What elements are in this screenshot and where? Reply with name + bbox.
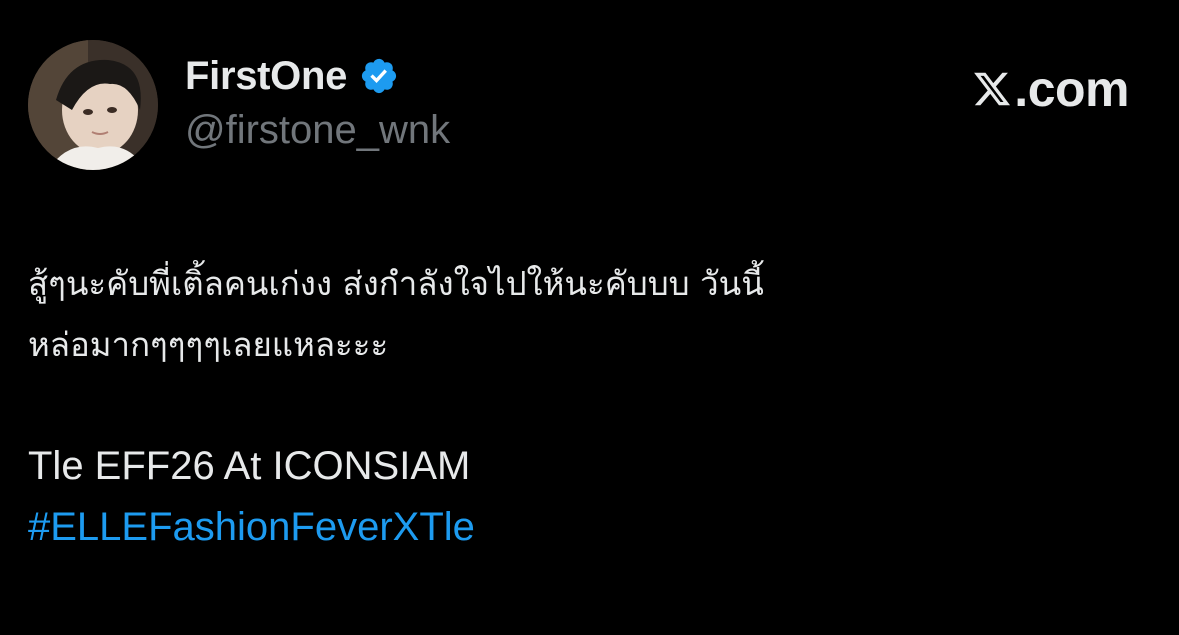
display-name-row: FirstOne <box>185 52 450 100</box>
author-names: FirstOne @firstone_wnk <box>185 52 450 153</box>
tweet-line-1: สู้ๆนะคับพี่เติ้ลคนเก่งง ส่งกำลังใจไปให้… <box>28 264 764 303</box>
display-name[interactable]: FirstOne <box>185 54 347 99</box>
avatar[interactable] <box>28 40 158 170</box>
x-logo-icon <box>974 72 1011 106</box>
tweet-line-2: หล่อมากๆๆๆๆเลยแหละะะ <box>28 325 389 364</box>
brand-label: .com <box>1014 61 1129 117</box>
author-handle[interactable]: @firstone_wnk <box>185 108 450 153</box>
hashtag-link[interactable]: #ELLEFashionFeverXTle <box>28 497 1158 558</box>
brand-watermark: .com <box>972 61 1129 117</box>
tweet-line-3: Tle EFF26 At ICONSIAM <box>28 444 471 488</box>
paragraph-break <box>28 375 1158 436</box>
verified-badge-icon <box>361 58 397 94</box>
profile-photo <box>28 40 158 170</box>
tweet-text: สู้ๆนะคับพี่เติ้ลคนเก่งง ส่งกำลังใจไปให้… <box>28 253 1158 558</box>
tweet-header: FirstOne @firstone_wnk .com <box>28 40 1151 170</box>
